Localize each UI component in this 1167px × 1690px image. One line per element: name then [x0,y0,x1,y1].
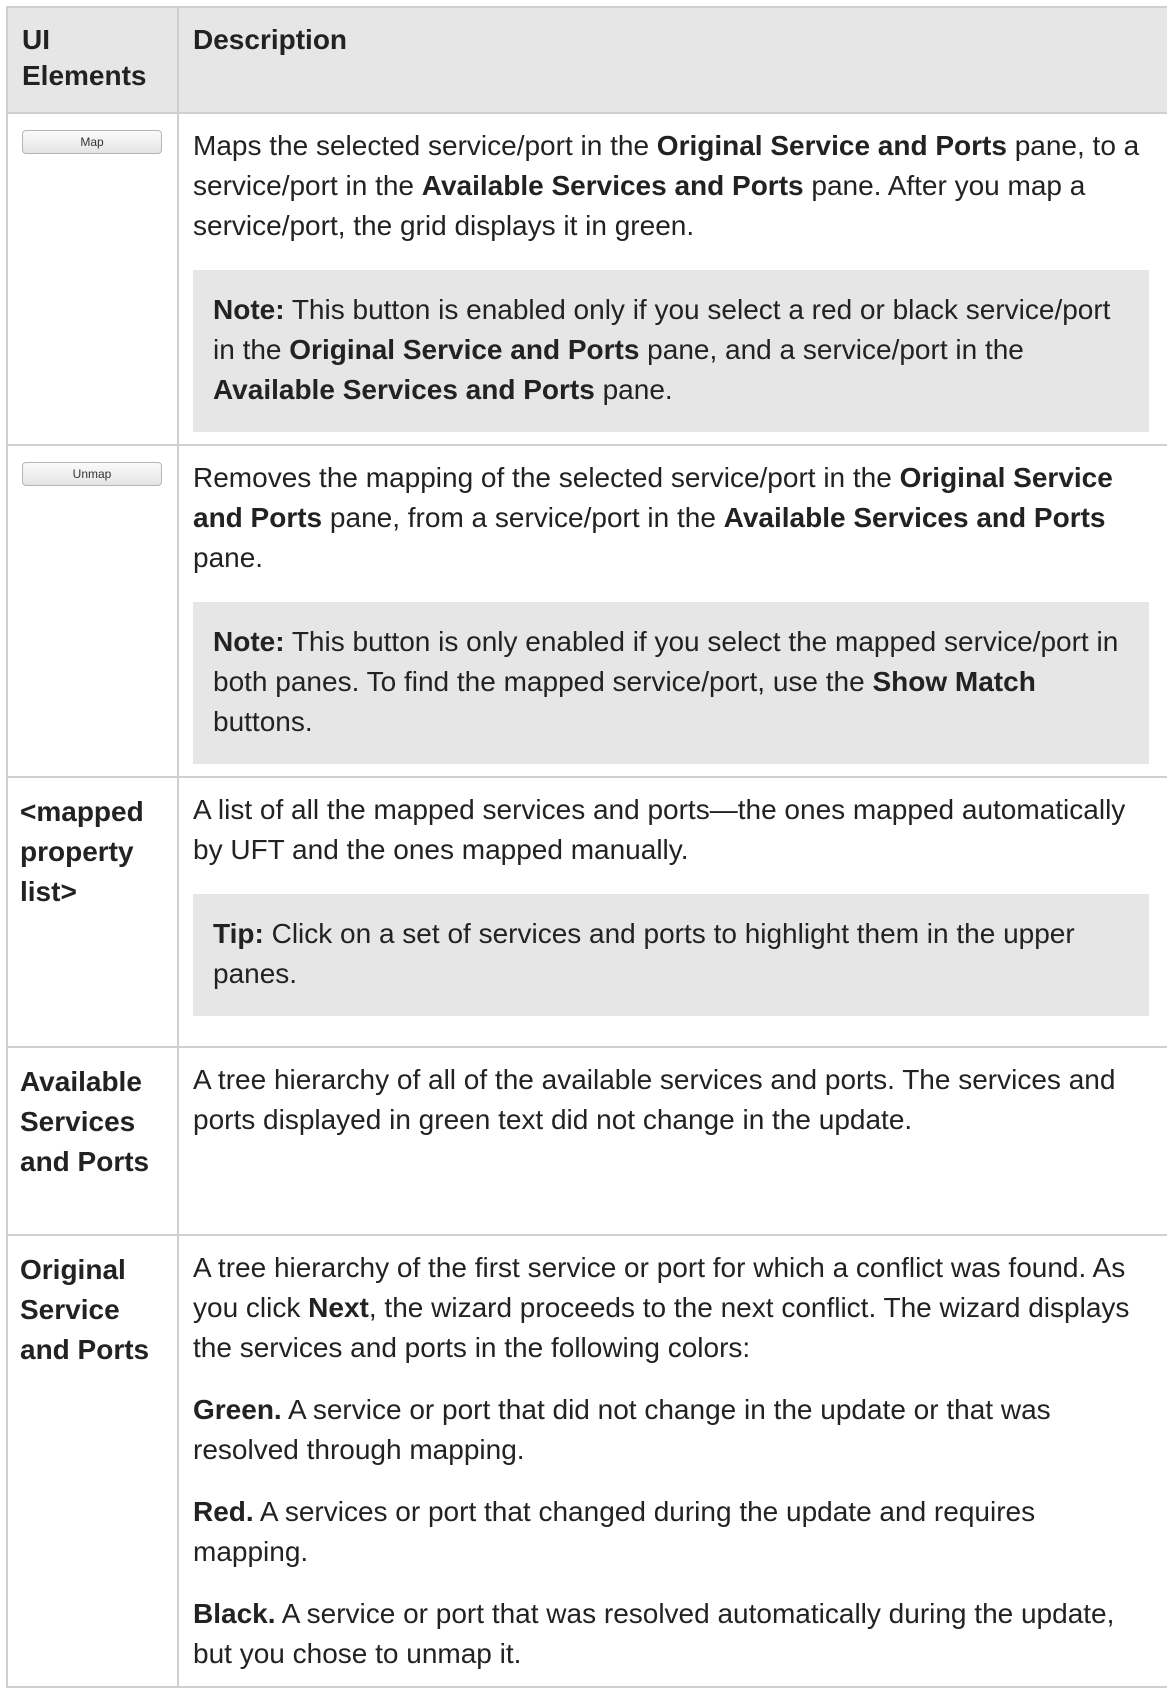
description-cell-original-service: A tree hierarchy of the first service or… [177,1234,1167,1688]
description-cell-available-services: A tree hierarchy of all of the available… [177,1046,1167,1236]
mapped-list-description: A list of all the mapped services and po… [193,794,1126,865]
header-row: UI Elements Description [6,6,1167,114]
original-green-item: Green. A service or port that did not ch… [193,1394,1051,1465]
original-red-item: Red. A services or port that changed dur… [193,1496,1036,1567]
description-cell-unmap: Removes the mapping of the selected serv… [177,444,1167,778]
ui-elements-table: UI Elements Description Map Maps the sel… [6,6,1167,1688]
map-note: Note: This button is enabled only if you… [193,270,1149,432]
original-description: A tree hierarchy of the first service or… [193,1252,1130,1363]
element-cell-available-services: Available Services and Ports [6,1046,179,1236]
element-cell-original-service: Original Service and Ports [6,1234,179,1688]
original-black-item: Black. A service or port that was resolv… [193,1598,1115,1669]
element-cell-mapped-property-list: <mapped property list> [6,776,179,1048]
unmap-note: Note: This button is only enabled if you… [193,602,1149,764]
description-cell-mapped-property-list: A list of all the mapped services and po… [177,776,1167,1048]
element-cell-map: Map [6,112,179,446]
description-cell-map: Maps the selected service/port in the Or… [177,112,1167,446]
table-row-unmap: Unmap Removes the mapping of the selecte… [6,444,1167,778]
map-button[interactable]: Map [22,130,162,154]
header-description: Description [177,6,1167,114]
table-row-mapped-property-list: <mapped property list> A list of all the… [6,776,1167,1048]
element-cell-unmap: Unmap [6,444,179,778]
map-description: Maps the selected service/port in the Or… [193,130,1140,241]
unmap-button[interactable]: Unmap [22,462,162,486]
unmap-description: Removes the mapping of the selected serv… [193,462,1113,573]
table-row-map: Map Maps the selected service/port in th… [6,112,1167,446]
table-row-available-services: Available Services and Ports A tree hier… [6,1046,1167,1236]
table-row-original-service: Original Service and Ports A tree hierar… [6,1234,1167,1688]
available-description: A tree hierarchy of all of the available… [193,1064,1116,1135]
mapped-list-tip: Tip: Click on a set of services and port… [193,894,1149,1016]
header-ui-elements: UI Elements [6,6,179,114]
